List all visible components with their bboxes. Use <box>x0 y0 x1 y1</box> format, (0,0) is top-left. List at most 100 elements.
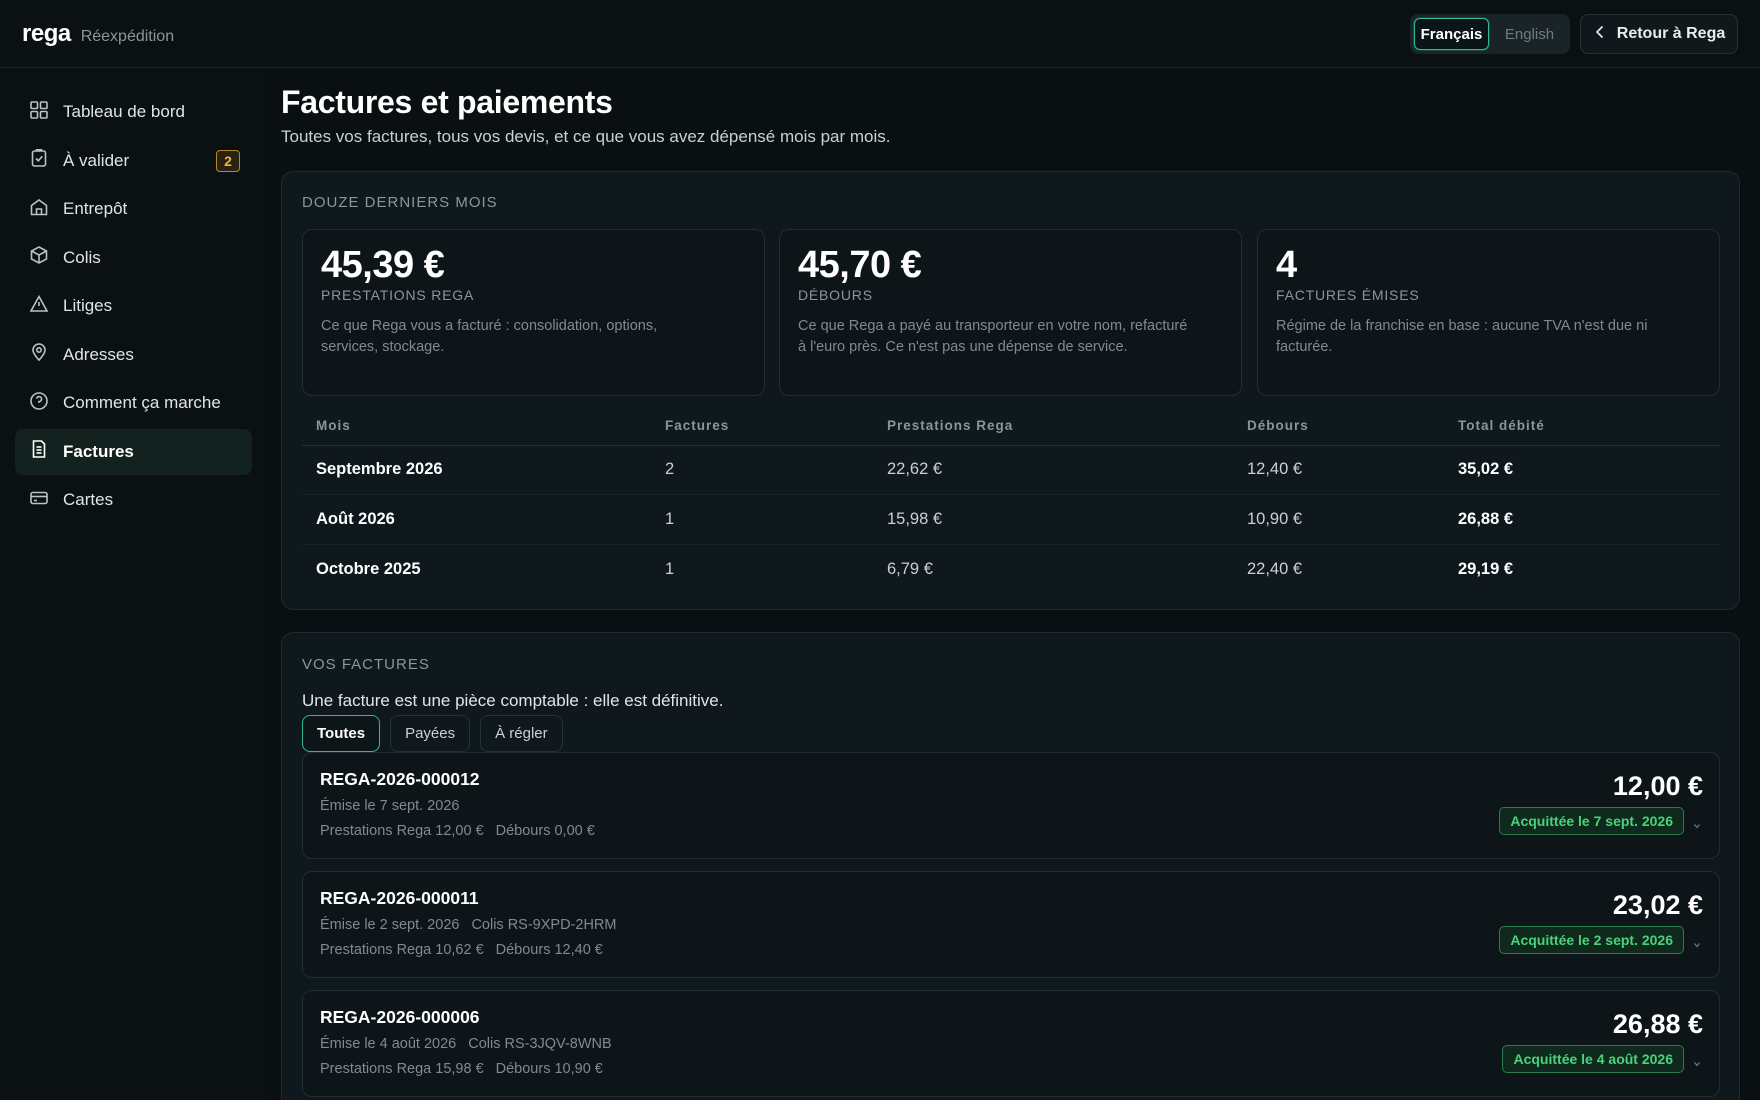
invoice-status-badge: Acquittée le 7 sept. 2026 <box>1499 807 1684 835</box>
credit-card-icon <box>29 488 49 513</box>
cell-invoices: 1 <box>665 559 675 578</box>
stat-description: Ce que Rega a payé au transporteur en vo… <box>798 318 1188 355</box>
stat-label: Débours <box>798 287 873 303</box>
invoice-number: REGA-2026-000012 <box>320 769 480 789</box>
chevron-down-icon[interactable] <box>1693 1055 1701 1067</box>
filter-all-button[interactable]: Toutes <box>302 715 381 752</box>
table-row: Octobre 2025 1 6,79 € 22,40 € 29,19 € <box>302 544 1720 594</box>
cell-invoices: 1 <box>651 494 873 545</box>
cell-month: Août 2026 <box>302 494 651 545</box>
sidebar-item-label: Colis <box>63 247 101 267</box>
sidebar-item-label: Litiges <box>63 296 113 315</box>
invoice-meta: Émise le 2 sept. 2026 Colis RS-9XPD-2HRM <box>320 917 616 933</box>
stat-description: Régime de la franchise en base : aucune … <box>1276 318 1648 355</box>
stat-label: Prestations Rega <box>321 287 475 303</box>
chevron-down-icon[interactable] <box>1693 817 1701 829</box>
invoice-total: 12,00 € <box>1612 771 1703 801</box>
package-icon <box>29 245 49 270</box>
table-row: Septembre 2026 2 22,62 € 12,40 € 35,02 € <box>302 445 1720 495</box>
invoice-card[interactable]: REGA-2026-000012 Émise le 7 sept. 2026 P… <box>302 752 1720 859</box>
warning-triangle-icon <box>29 294 49 319</box>
invoice-issued-date: Émise le 7 sept. 2026 <box>320 798 460 814</box>
invoice-disbursements-amount: Débours 10,90 € <box>495 1061 603 1077</box>
sidebar-item-invoices[interactable]: Factures <box>15 428 252 475</box>
chevron-left-icon <box>1593 25 1607 44</box>
invoice-status-badge: Acquittée le 4 août 2026 <box>1502 1045 1684 1073</box>
table-row: Août 2026 1 15,98 € 10,90 € 26,88 € <box>302 494 1720 545</box>
invoice-number: REGA-2026-000006 <box>320 1007 480 1027</box>
stat-description: Ce que Rega vous a facturé : consolidati… <box>321 318 658 355</box>
stat-card-invoices-issued: 4 Factures émises Régime de la franchise… <box>1257 229 1720 396</box>
invoice-number: REGA-2026-000011 <box>320 888 479 908</box>
cell-total: 29,19 € <box>1458 559 1514 578</box>
sidebar-item-parcels[interactable]: Colis <box>15 235 252 281</box>
stat-card-disbursements: 45,70 € Débours Ce que Rega a payé au tr… <box>779 229 1242 396</box>
sidebar-item-warehouse[interactable]: Entrepôt <box>15 186 252 232</box>
sidebar-item-cards[interactable]: Cartes <box>15 477 252 523</box>
invoice-issued-date: Émise le 2 sept. 2026 <box>320 917 460 933</box>
stat-value: 4 <box>1276 244 1297 286</box>
brand-logo: rega <box>22 20 71 47</box>
stat-card-services: 45,39 € Prestations Rega Ce que Rega vou… <box>302 229 765 396</box>
stat-label: Factures émises <box>1276 287 1420 303</box>
sidebar-item-how-it-works[interactable]: Comment ça marche <box>15 380 252 426</box>
sidebar-item-addresses[interactable]: Adresses <box>15 332 252 378</box>
column-header-services: Prestations Rega <box>873 407 1233 446</box>
filter-to-pay-button[interactable]: À régler <box>480 715 563 752</box>
column-header-month: Mois <box>302 407 651 446</box>
warehouse-icon <box>29 197 49 222</box>
cell-total: 26,88 € <box>1444 494 1720 545</box>
cell-total: 35,02 € <box>1444 445 1720 495</box>
pending-count-badge: 2 <box>216 149 240 172</box>
cell-disbursements: 12,40 € <box>1233 445 1444 495</box>
dashboard-grid-icon <box>29 100 49 125</box>
invoice-card[interactable]: REGA-2026-000011 Émise le 2 sept. 2026 C… <box>302 871 1720 978</box>
page-title: Factures et paiements <box>281 84 613 120</box>
invoice-filters: Toutes Payées À régler <box>302 715 563 752</box>
cell-invoices: 2 <box>651 445 873 495</box>
sidebar-item-label: Entrepôt <box>63 199 128 218</box>
invoice-status-badge: Acquittée le 2 sept. 2026 <box>1499 926 1684 954</box>
sidebar-item-disputes[interactable]: Litiges <box>15 283 252 329</box>
document-icon <box>29 439 49 464</box>
invoice-services-amount: Prestations Rega 10,62 € <box>320 942 484 958</box>
invoice-total: 23,02 € <box>1612 890 1703 920</box>
top-bar: rega Réexpédition Français English Retou… <box>0 0 1760 68</box>
sidebar-item-label: Tableau de bord <box>63 102 185 121</box>
sidebar-item-label: Factures <box>63 441 134 461</box>
summary-panel: Douze derniers mois 45,39 € Prestations … <box>281 171 1740 610</box>
stat-value: 45,70 € <box>798 244 922 286</box>
back-to-rega-button[interactable]: Retour à Rega <box>1580 14 1738 54</box>
sidebar-item-label: Cartes <box>63 490 114 509</box>
back-to-rega-label: Retour à Rega <box>1616 25 1726 42</box>
chevron-down-icon[interactable] <box>1693 936 1701 948</box>
cell-disbursements: 22,40 € <box>1247 559 1303 578</box>
language-english-button[interactable]: English <box>1493 18 1566 50</box>
help-circle-icon <box>29 391 49 416</box>
sidebar-item-label: À valider <box>63 150 130 170</box>
filter-paid-button[interactable]: Payées <box>390 715 471 752</box>
language-switch: Français English <box>1410 14 1570 54</box>
invoice-card[interactable]: REGA-2026-000006 Émise le 4 août 2026 Co… <box>302 990 1720 1097</box>
invoice-meta: Émise le 7 sept. 2026 <box>320 798 459 814</box>
invoice-parcel-ref: Colis RS-3JQV-8WNB <box>468 1036 612 1052</box>
invoice-issued-date: Émise le 4 août 2026 <box>320 1036 457 1052</box>
stat-value: 45,39 € <box>321 244 445 286</box>
summary-section-label: Douze derniers mois <box>302 194 498 211</box>
clipboard-check-icon <box>29 148 49 173</box>
cell-month: Septembre 2026 <box>302 445 651 495</box>
invoices-section-label: Vos factures <box>302 656 430 673</box>
sidebar-item-dashboard[interactable]: Tableau de bord <box>15 89 252 135</box>
cell-month: Octobre 2025 <box>316 559 421 578</box>
invoice-disbursements-amount: Débours 0,00 € <box>495 823 595 839</box>
invoices-intro: Une facture est une pièce comptable : el… <box>302 691 724 710</box>
sidebar-item-label: Comment ça marche <box>63 393 221 412</box>
brand[interactable]: rega Réexpédition <box>22 20 174 48</box>
sidebar-item-label: Adresses <box>63 344 134 364</box>
sidebar-item-to-validate[interactable]: À valider 2 <box>15 138 252 184</box>
invoice-meta: Émise le 4 août 2026 Colis RS-3JQV-8WNB <box>320 1036 612 1052</box>
sidebar: Tableau de bord À valider 2 Entrepôt Col… <box>0 69 265 1100</box>
cell-services: 6,79 € <box>887 559 933 578</box>
table-header-row: Mois Factures Prestations Rega Débours T… <box>302 407 1720 446</box>
language-french-button[interactable]: Français <box>1414 18 1489 50</box>
